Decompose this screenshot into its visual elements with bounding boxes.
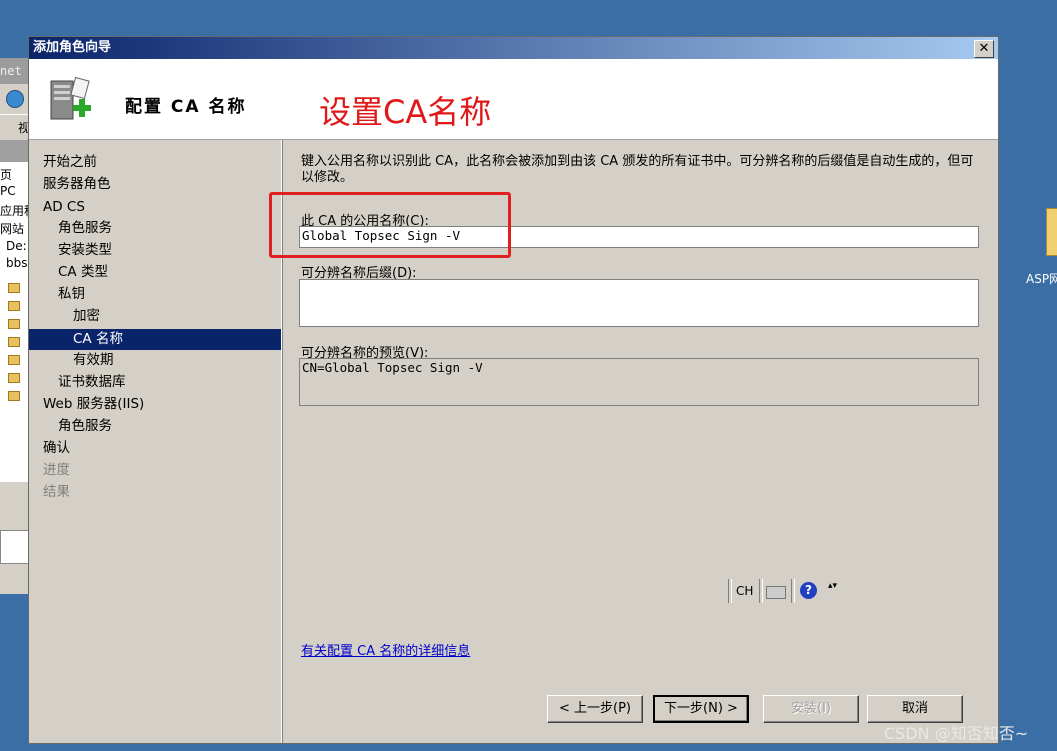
next-button[interactable]: 下一步(N) >	[653, 695, 749, 723]
nav-item-results: 结果	[43, 484, 70, 500]
folder-icon	[8, 318, 20, 329]
add-roles-wizard-dialog: 添加角色向导 ✕ 配置 CA 名称 设置CA名称 开始之前 服务器角色 AD C…	[28, 36, 999, 744]
background-window-item: PC	[0, 184, 16, 198]
nav-item-server-roles[interactable]: 服务器角色	[29, 174, 281, 195]
close-button[interactable]: ✕	[974, 40, 994, 58]
page-title: 配置 CA 名称	[125, 97, 247, 117]
more-info-link[interactable]: 有关配置 CA 名称的详细信息	[301, 640, 470, 659]
cancel-button[interactable]: 取消	[867, 695, 963, 723]
folder-icon	[8, 300, 20, 311]
nav-item-ca-name[interactable]: CA 名称	[29, 329, 281, 350]
nav-item-before-you-begin[interactable]: 开始之前	[29, 152, 281, 173]
background-window: net 视 页 PC 应用程 网站 De: bbs	[0, 58, 31, 594]
page-description: 键入公用名称以识别此 CA，此名称会被添加到由该 CA 颁发的所有证书中。可分辨…	[301, 154, 974, 185]
nav-item-validity-period[interactable]: 有效期	[29, 350, 281, 371]
folder-icon	[8, 336, 20, 347]
nav-item-web-server-iis[interactable]: Web 服务器(IIS)	[29, 394, 281, 415]
background-window-menu: net	[0, 58, 30, 84]
nav-item-ca-type[interactable]: CA 类型	[29, 262, 281, 283]
nav-item-certificate-database[interactable]: 证书数据库	[29, 372, 281, 393]
nav-item-private-key[interactable]: 私钥	[29, 284, 281, 305]
nav-item-progress: 进度	[43, 462, 70, 478]
nav-item-ad-cs[interactable]: AD CS	[29, 197, 281, 218]
desktop-folder-icon[interactable]	[1046, 208, 1057, 256]
background-window-view-menu: 视	[0, 114, 30, 141]
install-button: 安装(I)	[763, 695, 859, 723]
watermark: CSDN @知否知否~	[884, 724, 1029, 743]
back-button[interactable]: < 上一步(P)	[547, 695, 643, 723]
background-window-item: De:	[6, 239, 27, 253]
annotation-highlight-box	[269, 192, 511, 258]
help-icon[interactable]: ?	[800, 582, 817, 599]
background-window-toolbar	[0, 84, 30, 114]
dialog-title: 添加角色向导	[33, 40, 112, 55]
dn-preview-field: CN=Global Topsec Sign -V	[299, 358, 979, 406]
folder-icon	[8, 354, 20, 365]
language-bar-separator	[759, 579, 763, 603]
folder-icon	[8, 390, 20, 401]
dn-suffix-input[interactable]	[299, 279, 979, 327]
nav-item-iis-role-services[interactable]: 角色服务	[29, 416, 281, 437]
server-role-icon	[50, 76, 91, 120]
wizard-header: 配置 CA 名称 设置CA名称	[29, 59, 998, 140]
nav-item-setup-type[interactable]: 安装类型	[29, 240, 281, 261]
keyboard-icon[interactable]	[766, 586, 786, 599]
background-window-item: bbs	[6, 256, 28, 270]
dialog-titlebar[interactable]: 添加角色向导 ✕	[29, 37, 998, 59]
nav-item-cryptography[interactable]: 加密	[29, 306, 281, 327]
nav-item-confirmation[interactable]: 确认	[29, 438, 281, 459]
wizard-step-nav: 开始之前 服务器角色 AD CS 角色服务 安装类型 CA 类型 私钥 加密 C…	[29, 140, 282, 743]
globe-icon	[6, 90, 24, 108]
annotation-title: 设置CA名称	[319, 93, 492, 131]
language-indicator[interactable]: CH	[736, 584, 753, 598]
background-window-bottom	[0, 482, 30, 594]
background-window-item: 应用程	[0, 204, 30, 218]
language-bar: CH ? ▴▾	[728, 577, 843, 605]
language-bar-separator	[728, 579, 732, 603]
language-bar-options-icon[interactable]: ▴▾	[828, 582, 837, 591]
nav-item-role-services[interactable]: 角色服务	[29, 218, 281, 239]
folder-icon	[8, 282, 20, 293]
desktop-folder-label: ASP网	[1026, 272, 1057, 286]
background-window-item: 页	[0, 168, 13, 182]
folder-icon	[8, 372, 20, 383]
background-window-strip	[0, 140, 30, 162]
background-window-item: 网站	[0, 222, 25, 236]
background-window-field	[0, 530, 30, 564]
language-bar-separator	[791, 579, 795, 603]
